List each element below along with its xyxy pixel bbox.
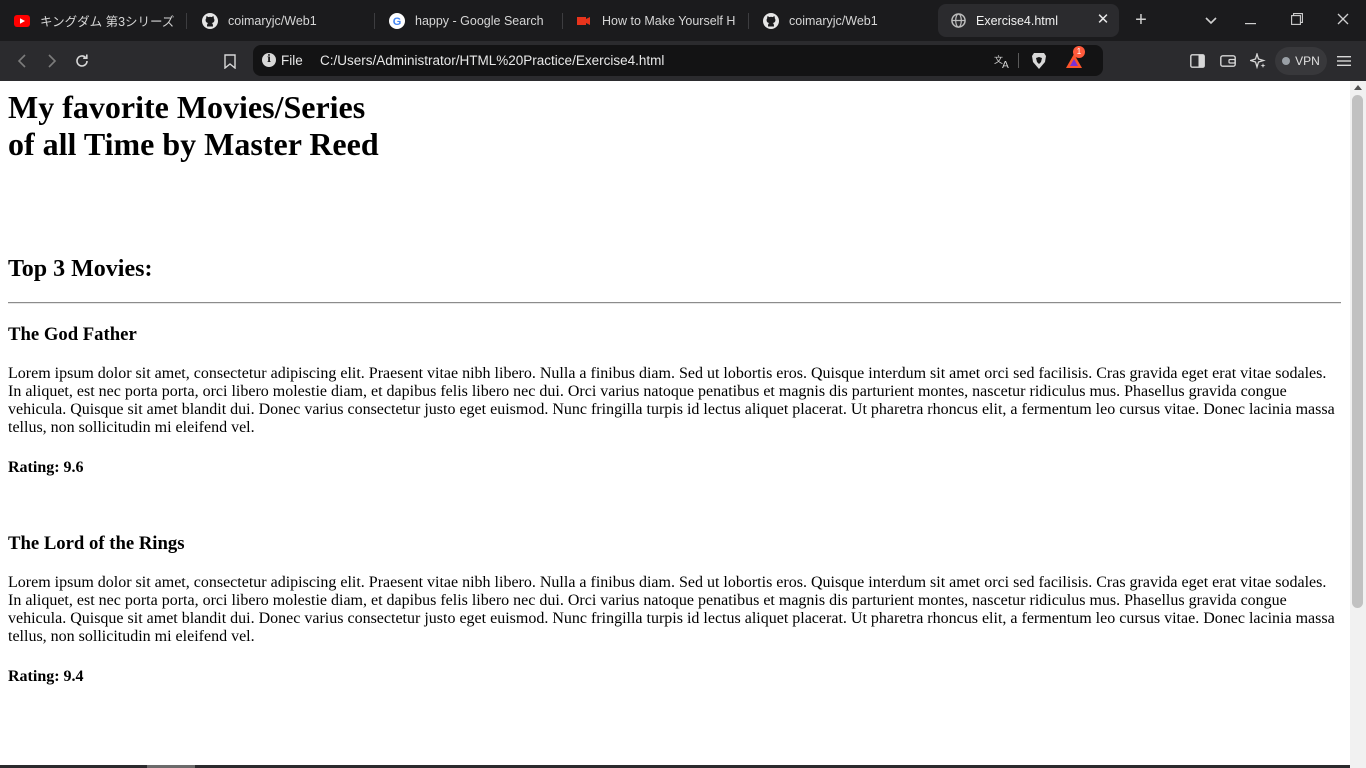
close-icon xyxy=(1337,13,1349,25)
url-scheme-label: File xyxy=(281,53,303,68)
tab-how-to-make-yourself-happy[interactable]: How to Make Yourself Hap xyxy=(576,4,736,37)
svg-text:G: G xyxy=(393,16,402,28)
bookmark-icon xyxy=(224,53,236,69)
page-content: My favorite Movies/Series of all Time by… xyxy=(0,81,1350,686)
movie-rating: Rating: 9.4 xyxy=(8,668,84,685)
brave-shields-icon[interactable] xyxy=(1029,51,1049,71)
tab-google-search[interactable]: G happy - Google Search xyxy=(389,4,554,37)
forward-button[interactable] xyxy=(40,49,64,73)
address-bar[interactable]: i File C:/Users/Administrator/HTML%20Pra… xyxy=(253,45,1103,76)
close-window-button[interactable] xyxy=(1331,9,1355,31)
svg-text:A: A xyxy=(1002,60,1009,69)
globe-icon xyxy=(950,13,966,29)
site-info-icon[interactable]: i xyxy=(262,53,276,67)
youtube-icon xyxy=(14,13,30,29)
hamburger-menu-icon xyxy=(1337,56,1351,66)
movie-entry: The God Father Lorem ipsum dolor sit ame… xyxy=(8,324,1341,477)
translate-icon[interactable]: 文A xyxy=(993,51,1013,71)
movie-title: The God Father xyxy=(8,324,137,345)
movie-description: Lorem ipsum dolor sit amet, consectetur … xyxy=(8,574,1335,645)
minimize-icon xyxy=(1245,23,1256,25)
tab-separator xyxy=(748,13,749,29)
leo-ai-button[interactable] xyxy=(1246,49,1270,73)
scrollbar-thumb[interactable] xyxy=(1352,95,1363,608)
reload-button[interactable] xyxy=(70,49,94,73)
chevron-down-icon xyxy=(1205,17,1217,25)
tab-title: Exercise4.html xyxy=(976,13,1058,28)
vertical-scrollbar[interactable] xyxy=(1350,81,1366,768)
tab-strip: キングダム 第3シリーズ ー 信の coimaryjc/Web1 G happy… xyxy=(0,0,1366,41)
page-viewport: My favorite Movies/Series of all Time by… xyxy=(0,81,1350,768)
main-menu-button[interactable] xyxy=(1332,49,1356,73)
tab-title: キングダム 第3シリーズ ー 信の xyxy=(40,15,176,29)
movie-rating: Rating: 9.6 xyxy=(8,459,84,476)
tab-separator xyxy=(374,13,375,29)
notification-badge: 1 xyxy=(1073,46,1085,58)
bookmark-button[interactable] xyxy=(218,49,242,73)
minimize-button[interactable] xyxy=(1239,9,1263,31)
tab-title: How to Make Yourself Hap xyxy=(602,13,736,28)
url-text[interactable]: C:/Users/Administrator/HTML%20Practice/E… xyxy=(320,53,664,68)
restore-icon xyxy=(1291,13,1303,25)
tab-github-web1[interactable]: coimaryjc/Web1 xyxy=(202,4,362,37)
brave-rewards-button[interactable]: 1 xyxy=(1063,46,1085,71)
vpn-status-icon xyxy=(1282,57,1291,65)
tab-title: coimaryjc/Web1 xyxy=(789,13,878,28)
movie-entry: The Lord of the Rings Lorem ipsum dolor … xyxy=(8,533,1341,686)
sidebar-icon xyxy=(1189,54,1205,68)
page-title: My favorite Movies/Series of all Time by… xyxy=(8,89,379,162)
reload-icon xyxy=(76,54,88,67)
github-icon xyxy=(202,12,218,29)
tab-youtube-kingdom[interactable]: キングダム 第3シリーズ ー 信の xyxy=(14,4,176,37)
movie-description: Lorem ipsum dolor sit amet, consectetur … xyxy=(8,365,1335,436)
movie-title: The Lord of the Rings xyxy=(8,533,185,554)
back-button[interactable] xyxy=(10,49,34,73)
vpn-label: VPN xyxy=(1295,54,1320,68)
sidebar-toggle-button[interactable] xyxy=(1185,49,1209,73)
tab-title: coimaryjc/Web1 xyxy=(228,13,317,28)
tab-separator xyxy=(186,13,187,29)
tab-separator xyxy=(562,13,563,29)
new-tab-button[interactable]: + xyxy=(1131,9,1151,31)
section-heading: Top 3 Movies: xyxy=(8,256,153,282)
back-arrow-icon xyxy=(17,54,26,68)
tab-search-button[interactable] xyxy=(1199,9,1223,31)
google-icon: G xyxy=(389,12,405,29)
horizontal-rule xyxy=(8,302,1341,304)
restore-button[interactable] xyxy=(1285,9,1309,31)
video-icon xyxy=(576,13,592,29)
browser-toolbar: i File C:/Users/Administrator/HTML%20Pra… xyxy=(0,41,1366,81)
vpn-button[interactable]: VPN xyxy=(1275,47,1327,75)
tab-title: happy - Google Search xyxy=(415,13,544,28)
address-bar-divider xyxy=(1018,53,1019,68)
close-tab-icon[interactable]: ✕ xyxy=(1095,12,1111,28)
wallet-icon xyxy=(1220,55,1236,67)
github-icon xyxy=(763,12,779,29)
forward-arrow-icon xyxy=(48,54,57,68)
scroll-up-arrow-icon[interactable] xyxy=(1354,85,1362,90)
sparkle-icon xyxy=(1250,53,1266,69)
tab-exercise4[interactable]: Exercise4.html ✕ xyxy=(938,4,1119,37)
tab-github-web1-2[interactable]: coimaryjc/Web1 xyxy=(763,4,925,37)
wallet-button[interactable] xyxy=(1216,49,1240,73)
